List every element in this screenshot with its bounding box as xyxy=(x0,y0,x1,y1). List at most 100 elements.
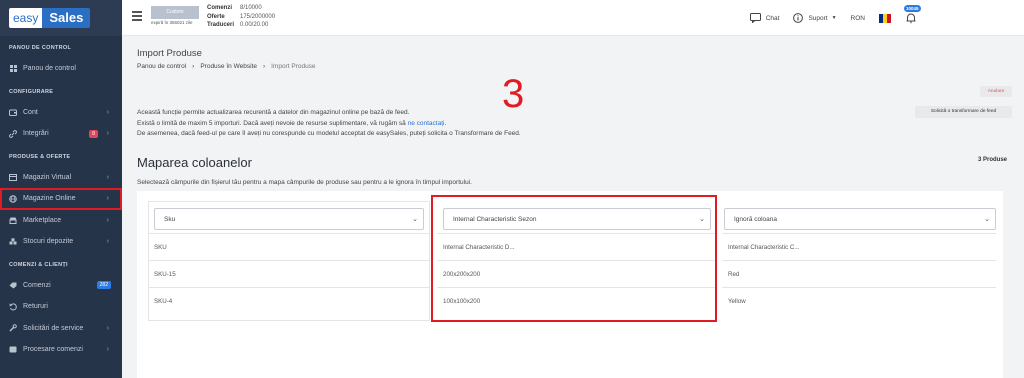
contact-link[interactable]: ne contactați xyxy=(408,120,445,127)
sidebar-item-service[interactable]: Solicitări de service › xyxy=(0,318,122,340)
logo[interactable]: easy Sales xyxy=(0,0,122,36)
sidebar-item-marketplace[interactable]: Marketplace › xyxy=(0,210,122,232)
table-cell: Red xyxy=(722,260,996,287)
sidebar-item-integrari[interactable]: Integrări 8 › xyxy=(0,123,122,145)
table-cell: Internal Characteristic D... xyxy=(437,233,717,260)
chevron-right-icon: › xyxy=(106,108,109,116)
plan-info[interactable]: Custom expiră în 356021 zile xyxy=(151,6,201,27)
plan-expiry: expiră în 356021 zile xyxy=(151,20,193,25)
warehouse-icon xyxy=(9,238,17,246)
caret-down-icon: ▼ xyxy=(831,15,837,21)
table-cell: 200x200x200 xyxy=(437,260,717,287)
menu-toggle-icon[interactable] xyxy=(132,11,142,21)
breadcrumb-link[interactable]: Panou de control xyxy=(137,63,186,70)
sidebar-item-procesare[interactable]: Procesare comenzi › xyxy=(0,339,122,361)
table-cell: SKU xyxy=(148,233,430,260)
plan-name: Custom xyxy=(151,6,199,19)
sidebar-item-label: Panou de control xyxy=(23,65,76,73)
sidebar-item-label: Procesare comenzi xyxy=(23,346,83,354)
info-line: De asemenea, dacă feed-ul pe care îl ave… xyxy=(137,130,521,137)
products-count: 3 Produse xyxy=(978,157,1008,163)
select-value: Ignoră coloana xyxy=(734,215,778,223)
sidebar-item-label: Marketplace xyxy=(23,216,62,224)
romania-flag-icon[interactable] xyxy=(879,13,891,23)
section-title-dashboard: PANOU DE CONTROL xyxy=(9,45,72,51)
quota-row: Oferte 175/2000000 xyxy=(207,13,282,22)
sidebar-item-magazine-online[interactable]: Magazine Online › xyxy=(0,188,122,210)
sidebar-item-label: Retururi xyxy=(23,303,48,311)
logo-easy-text: easy xyxy=(9,8,43,28)
mapping-description: Selectează câmpurile din fișierul tău pe… xyxy=(137,179,472,186)
sidebar-item-label: Stocuri depozite xyxy=(23,238,74,246)
orders-icon xyxy=(9,281,17,289)
mapping-column: Sku ⌄ SKU SKU-15 SKU-4 xyxy=(148,201,430,321)
quota-row: Traduceri 0.00/20.00 xyxy=(207,21,282,30)
column-select[interactable]: Sku ⌄ xyxy=(154,208,424,230)
section-title-orders: COMENZI & CLIENȚI xyxy=(9,261,68,268)
currency-selector[interactable]: RON xyxy=(851,15,865,22)
quota-value: 8/10000 xyxy=(240,5,262,12)
dashboard-icon xyxy=(9,65,17,73)
sidebar-item-cont[interactable]: Cont › xyxy=(0,102,122,124)
sidebar-item-label: Magazin Virtual xyxy=(23,173,72,181)
chat-button[interactable]: Chat xyxy=(749,13,780,23)
cancel-button[interactable]: Anulare xyxy=(980,86,1012,97)
info-line: Există o limită de maxim 5 importuri. Da… xyxy=(137,119,521,130)
sidebar-item-label: Magazine Online xyxy=(23,195,76,203)
mapping-card: Sku ⌄ SKU SKU-15 SKU-4 Internal Characte… xyxy=(137,191,1003,378)
main-content: Import Produse Panou de control › Produs… xyxy=(122,36,1024,378)
table-cell: Yellow xyxy=(722,287,996,314)
info-icon xyxy=(793,13,804,23)
chevron-down-icon: ⌄ xyxy=(412,216,418,223)
chevron-right-icon: › xyxy=(106,238,109,246)
link-icon xyxy=(9,129,17,138)
column-select[interactable]: Internal Characteristic Sezon ⌄ xyxy=(443,208,711,230)
table-cell: Internal Characteristic C... xyxy=(722,233,996,260)
sidebar-item-label: Solicitări de service xyxy=(23,324,84,332)
sidebar-item-dashboard[interactable]: Panou de control xyxy=(0,58,122,80)
chat-icon xyxy=(749,13,761,23)
process-icon xyxy=(9,346,17,354)
sidebar: easy Sales PANOU DE CONTROL Panou de con… xyxy=(0,0,122,378)
quota-list: Comenzi 8/10000 Oferte 175/2000000 Tradu… xyxy=(207,4,282,30)
info-line: Această funcție permite actualizarea rec… xyxy=(137,109,410,116)
sidebar-item-retururi[interactable]: Retururi xyxy=(0,296,122,318)
topbar: Custom expiră în 356021 zile Comenzi 8/1… xyxy=(122,0,1024,36)
quota-label: Comenzi xyxy=(207,5,233,12)
integrations-badge: 8 xyxy=(89,129,98,138)
quota-row: Comenzi 8/10000 xyxy=(207,4,282,13)
select-value: Sku xyxy=(164,215,176,223)
logo-sales-text: Sales xyxy=(42,8,91,28)
section-title-config: CONFIGURARE xyxy=(9,88,54,95)
mapping-column: Internal Characteristic Sezon ⌄ Internal… xyxy=(437,201,717,321)
table-cell: SKU-4 xyxy=(148,287,430,314)
breadcrumb-link[interactable]: Produse în Website xyxy=(200,63,257,70)
wrench-icon xyxy=(9,324,17,332)
quota-label: Traduceri xyxy=(207,22,235,29)
chevron-right-icon: › xyxy=(106,216,109,224)
sidebar-item-magazin-virtual[interactable]: Magazin Virtual › xyxy=(0,167,122,189)
chat-label: Chat xyxy=(765,14,780,22)
bell-icon xyxy=(906,13,916,24)
sidebar-item-label: Cont xyxy=(23,108,38,116)
notifications-badge: 10045 xyxy=(904,5,921,12)
sidebar-item-stocuri[interactable]: Stocuri depozite › xyxy=(0,231,122,253)
globe-icon xyxy=(9,194,17,203)
chevron-right-icon: › xyxy=(106,346,109,354)
breadcrumb-separator-icon: › xyxy=(192,63,195,70)
support-dropdown[interactable]: Suport ▼ xyxy=(793,13,837,23)
section-title-products: PRODUSE & OFERTE xyxy=(9,153,71,160)
chevron-down-icon: ⌄ xyxy=(984,216,990,223)
sidebar-item-label: Integrări xyxy=(23,130,49,138)
store-icon xyxy=(9,173,17,181)
column-select[interactable]: Ignoră coloana ⌄ xyxy=(724,208,996,230)
quota-value: 175/2000000 xyxy=(240,13,276,20)
chevron-right-icon: › xyxy=(106,195,109,203)
table-cell: SKU-15 xyxy=(148,260,430,287)
chevron-right-icon: › xyxy=(106,324,109,332)
request-transform-button[interactable]: Solicită o transformare de feed xyxy=(915,106,1012,118)
breadcrumb-current: Import Produse xyxy=(271,63,316,70)
sidebar-item-comenzi[interactable]: Comenzi 282 xyxy=(0,275,122,297)
notifications-button[interactable]: 10045 xyxy=(904,5,921,24)
select-value: Internal Characteristic Sezon xyxy=(453,215,537,223)
